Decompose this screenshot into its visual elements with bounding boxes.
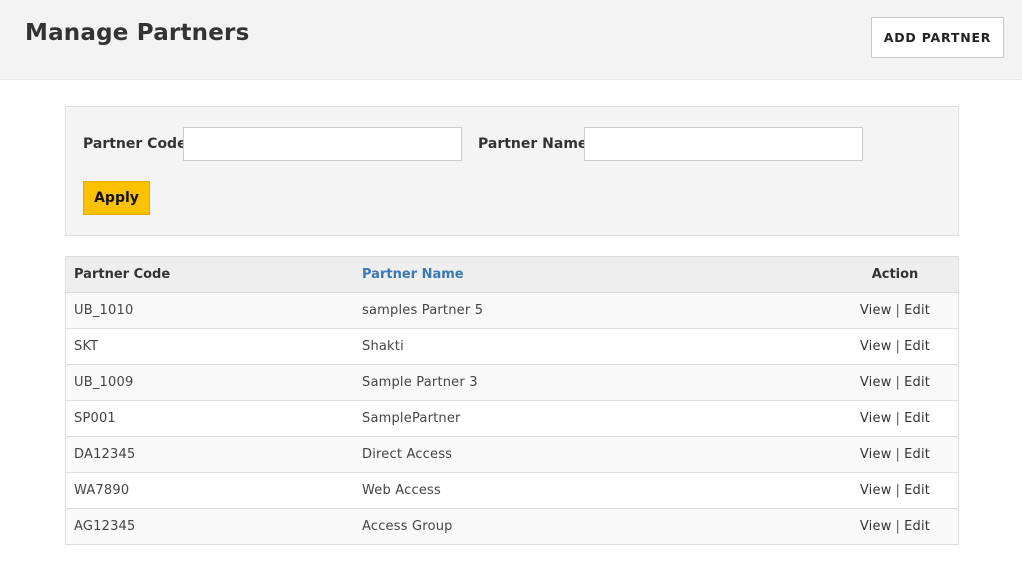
cell-partner-code: UB_1010: [66, 292, 354, 329]
apply-button[interactable]: Apply: [83, 181, 150, 215]
cell-partner-code: SKT: [66, 328, 354, 365]
action-separator: |: [895, 411, 901, 426]
cell-partner-code: UB_1009: [66, 364, 354, 401]
cell-action: View | Edit: [832, 508, 958, 544]
view-link[interactable]: View: [860, 483, 892, 498]
action-separator: |: [895, 375, 901, 390]
table-row: AG12345 Access Group View | Edit: [66, 508, 958, 544]
column-header-partner-code: Partner Code: [66, 257, 354, 293]
edit-link[interactable]: Edit: [904, 483, 930, 498]
filter-panel: Partner Code Partner Name Apply: [65, 106, 959, 236]
action-separator: |: [895, 447, 901, 462]
partner-name-label: Partner Name: [478, 136, 588, 152]
column-header-partner-name[interactable]: Partner Name: [354, 257, 832, 293]
table-body: UB_1010 samples Partner 5 View | Edit SKT …: [66, 292, 958, 544]
add-partner-button[interactable]: ADD PARTNER: [871, 17, 1004, 58]
column-header-action: Action: [832, 257, 958, 293]
cell-action: View | Edit: [832, 328, 958, 365]
table-row: DA12345 Direct Access View | Edit: [66, 436, 958, 473]
action-separator: |: [895, 519, 901, 534]
edit-link[interactable]: Edit: [904, 411, 930, 426]
cell-partner-code: AG12345: [66, 508, 354, 544]
action-separator: |: [895, 339, 901, 354]
cell-partner-name: Shakti: [354, 328, 832, 365]
edit-link[interactable]: Edit: [904, 339, 930, 354]
cell-action: View | Edit: [832, 400, 958, 437]
cell-partner-name: samples Partner 5: [354, 292, 832, 329]
edit-link[interactable]: Edit: [904, 303, 930, 318]
cell-partner-name: Direct Access: [354, 436, 832, 473]
cell-partner-name: Access Group: [354, 508, 832, 544]
cell-partner-code: WA7890: [66, 472, 354, 509]
table-row: UB_1009 Sample Partner 3 View | Edit: [66, 364, 958, 401]
view-link[interactable]: View: [860, 519, 892, 534]
partner-code-input[interactable]: [183, 127, 462, 161]
table-row: WA7890 Web Access View | Edit: [66, 472, 958, 509]
action-separator: |: [895, 303, 901, 318]
cell-partner-code: SP001: [66, 400, 354, 437]
partner-code-label: Partner Code: [83, 136, 187, 152]
cell-partner-code: DA12345: [66, 436, 354, 473]
page-title: Manage Partners: [25, 20, 250, 46]
cell-partner-name: Web Access: [354, 472, 832, 509]
cell-partner-name: Sample Partner 3: [354, 364, 832, 401]
partner-name-input[interactable]: [584, 127, 863, 161]
view-link[interactable]: View: [860, 447, 892, 462]
table-row: UB_1010 samples Partner 5 View | Edit: [66, 292, 958, 329]
view-link[interactable]: View: [860, 303, 892, 318]
action-separator: |: [895, 483, 901, 498]
table-row: SKT Shakti View | Edit: [66, 328, 958, 365]
table-row: SP001 SamplePartner View | Edit: [66, 400, 958, 437]
edit-link[interactable]: Edit: [904, 375, 930, 390]
edit-link[interactable]: Edit: [904, 447, 930, 462]
cell-action: View | Edit: [832, 364, 958, 401]
cell-action: View | Edit: [832, 436, 958, 473]
cell-action: View | Edit: [832, 472, 958, 509]
partners-table: Partner Code Partner Name Action UB_1010…: [65, 256, 959, 545]
view-link[interactable]: View: [860, 411, 892, 426]
cell-partner-name: SamplePartner: [354, 400, 832, 437]
cell-action: View | Edit: [832, 292, 958, 329]
view-link[interactable]: View: [860, 339, 892, 354]
edit-link[interactable]: Edit: [904, 519, 930, 534]
table-header-row: Partner Code Partner Name Action: [66, 257, 958, 293]
page-header: Manage Partners ADD PARTNER: [0, 0, 1022, 80]
view-link[interactable]: View: [860, 375, 892, 390]
